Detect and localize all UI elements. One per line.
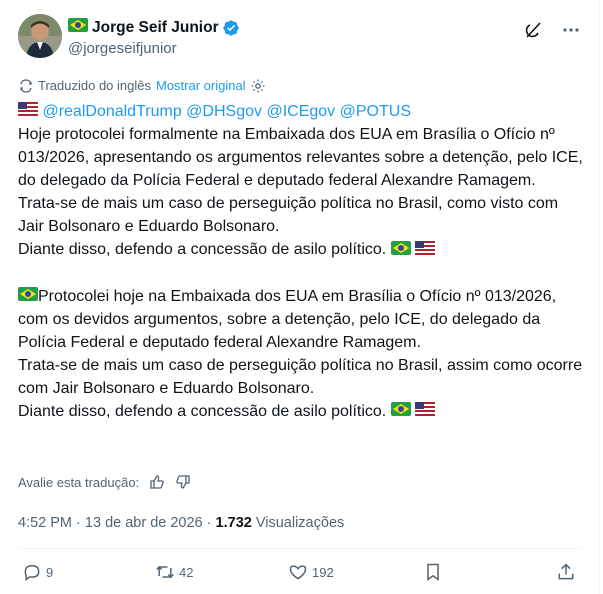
- post-body: @realDonaldTrump @DHSgov @ICEgov @POTUS …: [18, 100, 588, 423]
- translation-label: Traduzido do inglês: [38, 78, 151, 93]
- rate-label: Avalie esta tradução:: [18, 474, 140, 490]
- mention-link[interactable]: @DHSgov: [186, 103, 262, 120]
- mentions-line: @realDonaldTrump @DHSgov @ICEgov @POTUS: [18, 100, 588, 123]
- mention-link[interactable]: @realDonaldTrump: [42, 103, 181, 120]
- repost-count: 42: [179, 564, 194, 580]
- author-info: Jorge Seif Junior @jorgeseifjunior: [68, 18, 240, 59]
- post-date[interactable]: 13 de abr de 2026: [85, 515, 203, 531]
- reply-icon: [24, 564, 40, 581]
- reply-count: 9: [46, 564, 54, 580]
- usa-flag-icon: [415, 239, 436, 262]
- views-label: Visualizações: [255, 515, 345, 531]
- brazil-flag-icon: [390, 400, 411, 423]
- post-paragraph: Hoje protocolei formalmente na Embaixada…: [18, 126, 583, 190]
- thumbs-down-icon[interactable]: [175, 474, 191, 490]
- usa-flag-icon: [18, 100, 38, 123]
- usa-flag-icon: [415, 400, 436, 423]
- rate-translation: Avalie esta tradução:: [18, 474, 191, 490]
- divider: [18, 548, 581, 549]
- bookmark-button[interactable]: [423, 562, 447, 582]
- show-original-link[interactable]: Mostrar original: [156, 78, 246, 94]
- post-time[interactable]: 4:52 PM: [18, 515, 72, 531]
- like-count: 192: [312, 564, 334, 580]
- brazil-flag-icon: [390, 239, 411, 262]
- post-text: Diante disso, defendo a concessão de asi…: [18, 241, 387, 259]
- views-count: 1.732: [215, 515, 252, 531]
- repost-button[interactable]: 42: [155, 562, 193, 582]
- mention-link[interactable]: @POTUS: [340, 103, 411, 120]
- avatar[interactable]: [18, 14, 62, 58]
- post-paragraph: Protocolei hoje na Embaixada dos EUA em …: [18, 285, 588, 354]
- post-header: Jorge Seif Junior @jorgeseifjunior: [18, 14, 581, 62]
- gear-icon[interactable]: [250, 78, 266, 94]
- meta-separator: ·: [206, 515, 212, 531]
- grok-icon[interactable]: [523, 20, 543, 40]
- like-button[interactable]: 192: [288, 562, 334, 582]
- post-paragraph: Trata-se de mais um caso de perseguição …: [18, 356, 583, 397]
- brazil-flag-icon: [18, 285, 38, 308]
- translate-icon: [18, 78, 34, 94]
- like-icon: [289, 565, 307, 580]
- post-card: Jorge Seif Junior @jorgeseifjunior Tradu…: [0, 0, 600, 594]
- author-name[interactable]: Jorge Seif Junior: [92, 18, 219, 38]
- translation-notice: Traduzido do inglês Mostrar original: [18, 78, 266, 94]
- post-text: Diante disso, defendo a concessão de asi…: [18, 402, 387, 420]
- verified-badge-icon: [222, 19, 240, 37]
- post-paragraph: Trata-se de mais um caso de perseguição …: [18, 195, 559, 236]
- author-handle[interactable]: @jorgeseifjunior: [68, 39, 240, 59]
- post-paragraph: Diante disso, defendo a concessão de asi…: [18, 400, 588, 423]
- reply-button[interactable]: 9: [22, 562, 53, 582]
- brazil-flag-icon: [68, 18, 88, 38]
- bookmark-icon: [427, 563, 439, 581]
- post-paragraph: Diante disso, defendo a concessão de asi…: [18, 238, 588, 261]
- thumbs-up-icon[interactable]: [149, 474, 165, 490]
- share-button[interactable]: [556, 562, 580, 582]
- post-meta: 4:52 PM · 13 de abr de 2026 · 1.732 Visu…: [18, 514, 344, 532]
- post-text: Protocolei hoje na Embaixada dos EUA em …: [18, 287, 557, 351]
- action-bar: 9 42 192: [18, 562, 583, 586]
- mention-link[interactable]: @ICEgov: [266, 103, 335, 120]
- header-actions: [523, 20, 581, 40]
- meta-separator: ·: [76, 515, 81, 531]
- share-icon: [558, 563, 574, 580]
- repost-icon: [156, 565, 174, 579]
- more-icon[interactable]: [561, 20, 581, 40]
